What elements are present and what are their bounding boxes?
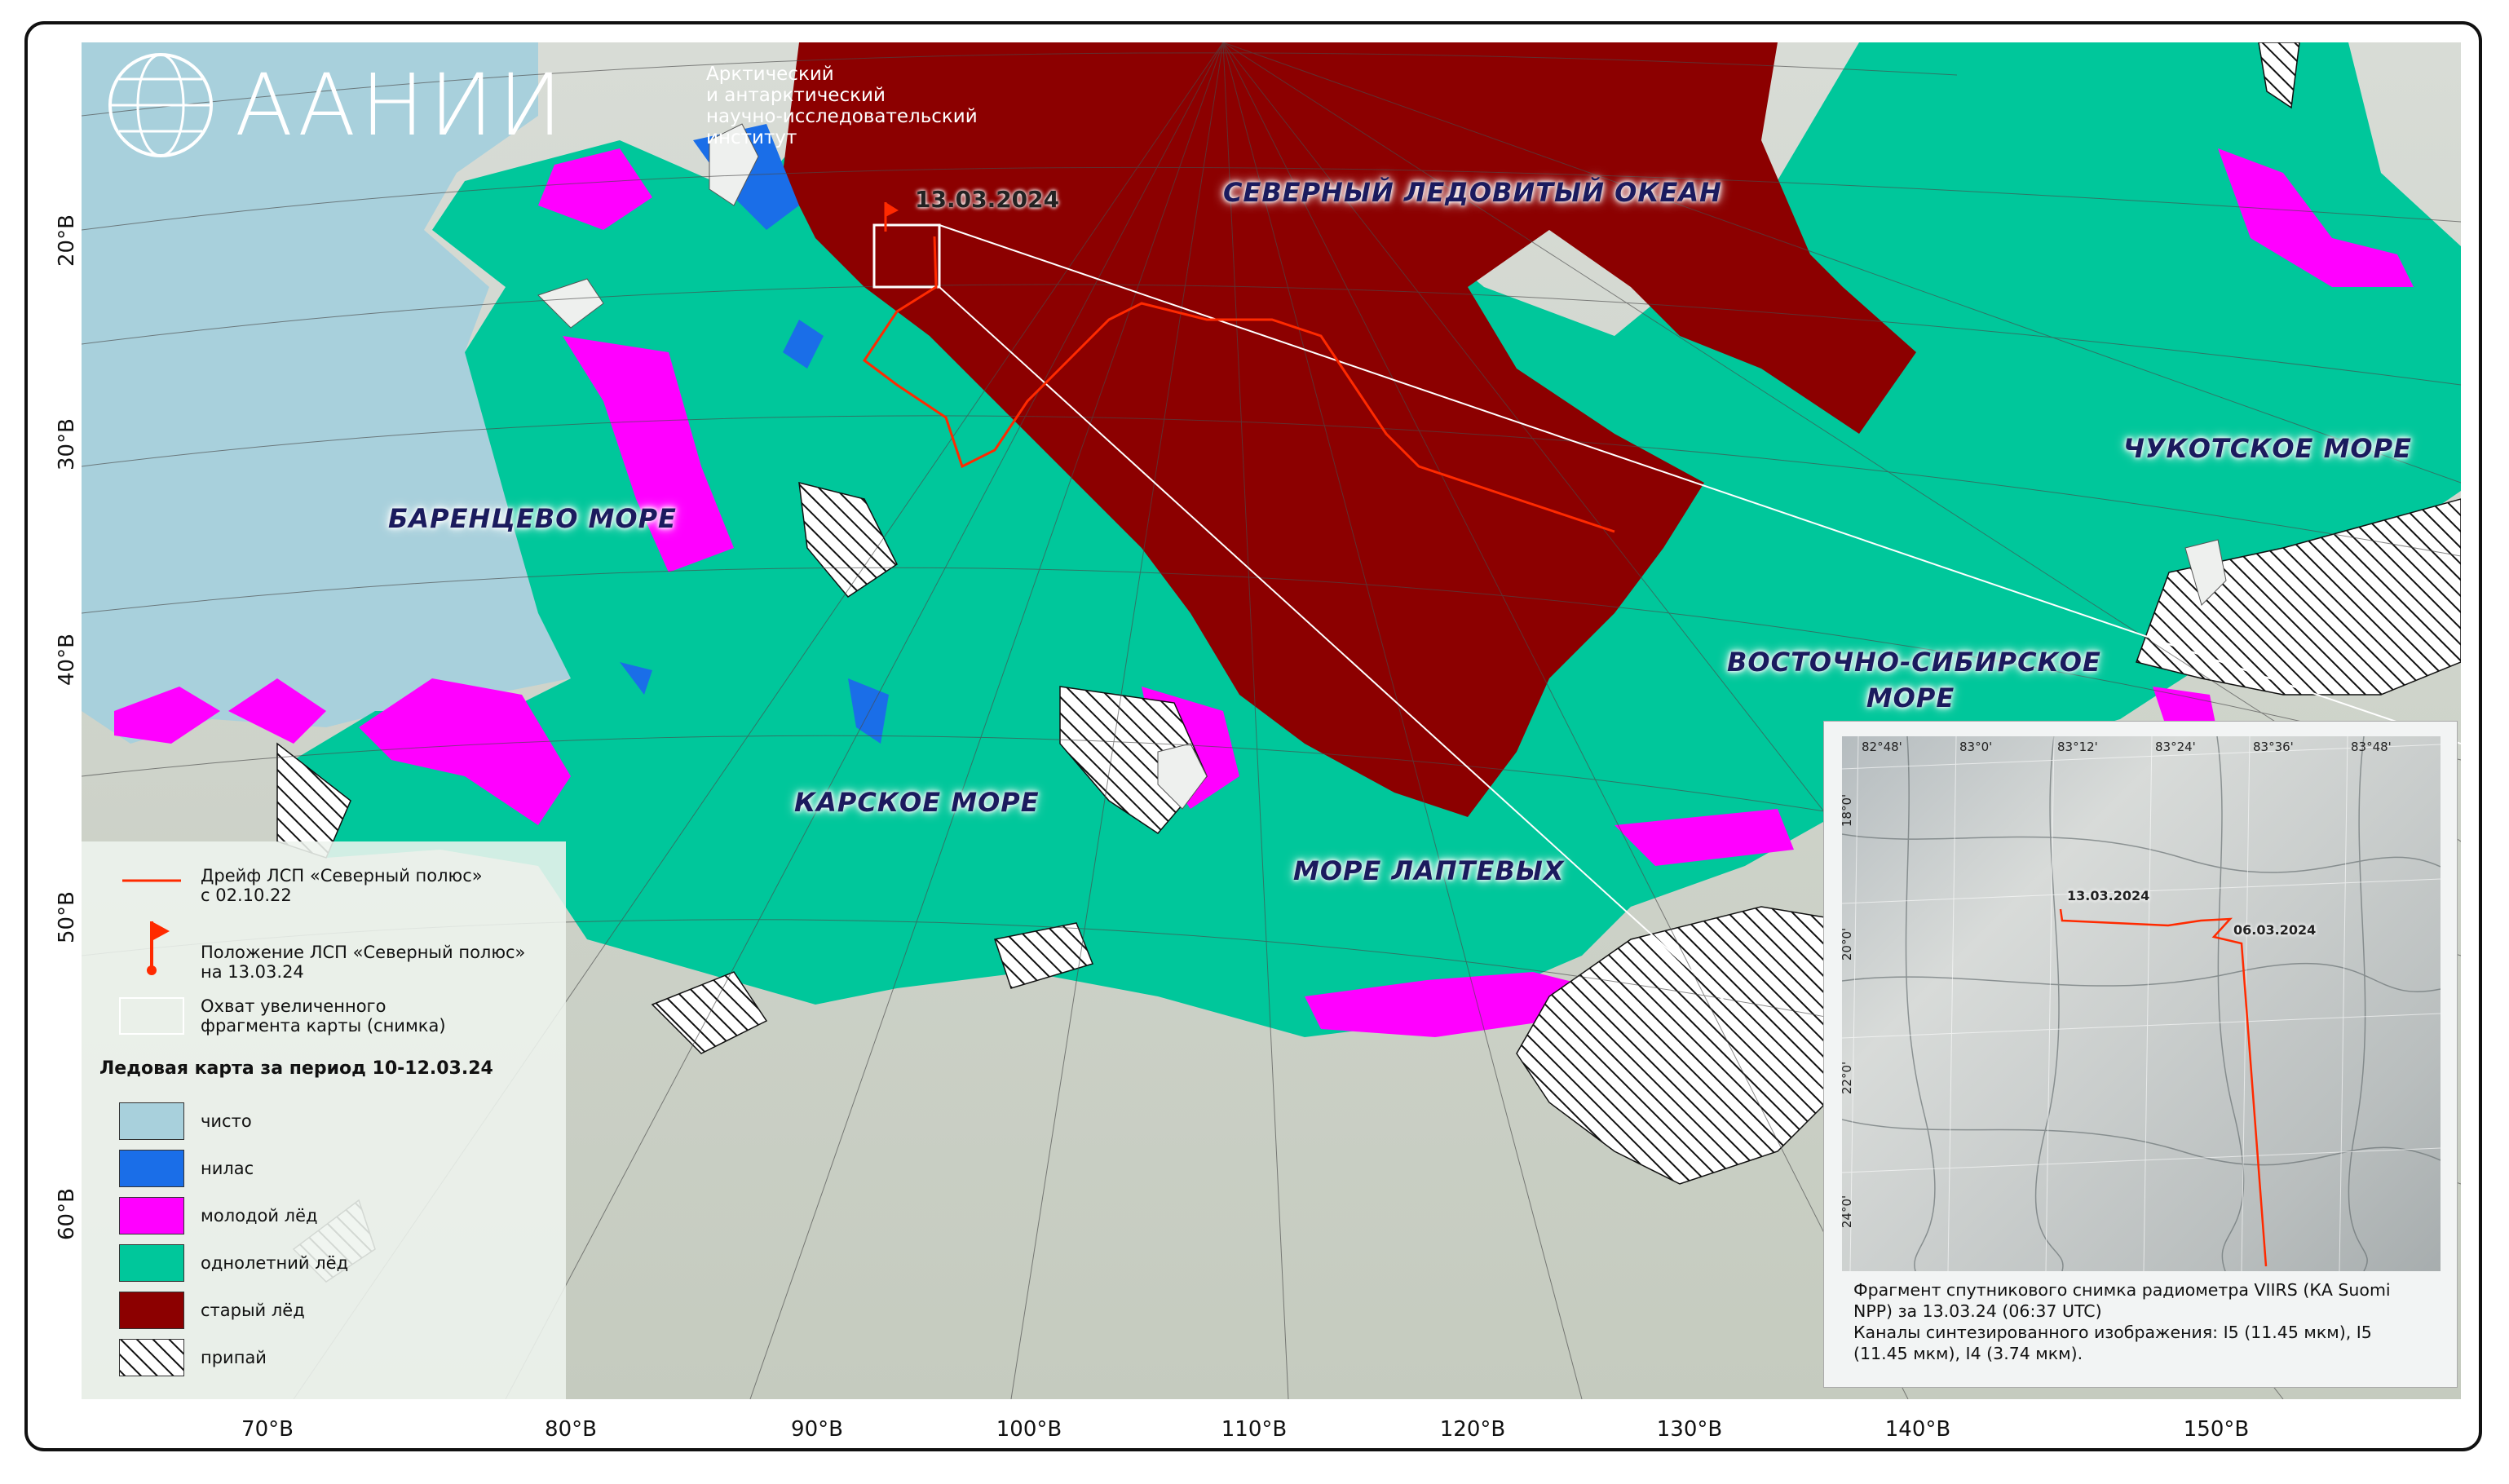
satellite-overlay <box>1842 736 2441 1271</box>
inset-top-tick: 83°12' <box>2057 740 2098 754</box>
x-tick-label: 130°В <box>1656 1417 1723 1442</box>
legend-station-line1: Положение ЛСП «Северный полюс» <box>201 943 526 962</box>
x-tick-label: 150°В <box>2183 1417 2250 1442</box>
label-east-siberian-sea: ВОСТОЧНО-СИБИРСКОЕ МОРЕ <box>1727 644 2101 716</box>
logo-desc-line: Арктический <box>706 64 834 85</box>
legend-item: нилас <box>119 1150 254 1187</box>
inset-caption-line: Фрагмент спутникового снимка радиометра … <box>1853 1280 2391 1300</box>
y-tick-label: 20°В <box>55 214 79 267</box>
legend-item-label: однолетний лёд <box>201 1253 349 1273</box>
legend-item: однолетний лёд <box>119 1244 348 1282</box>
y-tick-label: 30°В <box>55 418 79 470</box>
legend-item: припай <box>119 1339 267 1376</box>
logo-desc-line: научно-исследовательский <box>706 106 978 127</box>
label-east-siberian-line2: МОРЕ <box>1866 682 1955 713</box>
inset-drift-track <box>2059 908 2268 1267</box>
drift-line-icon <box>122 879 181 882</box>
inset-date-1: 13.03.2024 <box>2067 888 2150 903</box>
satellite-image: 13.03.2024 06.03.2024 <box>1842 736 2441 1271</box>
nilas-swatch <box>119 1150 184 1187</box>
legend-item: старый лёд <box>119 1292 305 1329</box>
label-kara-sea: КАРСКОЕ МОРЕ <box>794 787 1040 818</box>
legend-item: чисто <box>119 1102 252 1140</box>
inset-caption-line: NPP) за 13.03.24 (06:37 UTC) <box>1853 1301 2102 1321</box>
x-tick-label: 90°В <box>791 1417 843 1442</box>
map-legend: Дрейф ЛСП «Северный полюс» с 02.10.22 По… <box>82 841 566 1399</box>
inset-caption: Фрагмент спутникового снимка радиометра … <box>1853 1279 2441 1364</box>
legend-item-label: чисто <box>201 1111 252 1131</box>
legend-title: Ледовая карта за период 10-12.03.24 <box>99 1058 493 1079</box>
legend-item-label: старый лёд <box>201 1301 305 1320</box>
logo-name: ААНИИ <box>235 55 568 155</box>
inset-date-2: 06.03.2024 <box>2233 922 2317 938</box>
fast-ice-swatch <box>119 1339 184 1376</box>
inset-left-tick: 22°0' <box>1840 1061 1855 1095</box>
inset-top-tick: 83°36' <box>2253 740 2294 754</box>
legend-drift-line1: Дрейф ЛСП «Северный полюс» <box>201 866 483 886</box>
legend-item: молодой лёд <box>119 1197 318 1234</box>
inset-top-tick: 83°0' <box>1959 740 1993 754</box>
inset-top-tick: 83°48' <box>2351 740 2392 754</box>
x-tick-label: 120°В <box>1439 1417 1506 1442</box>
inset-top-tick: 82°48' <box>1862 740 1902 754</box>
label-chukchi-sea: ЧУКОТСКОЕ МОРЕ <box>2123 433 2412 464</box>
station-date-label: 13.03.2024 <box>915 186 1060 213</box>
legend-coverage-line2: фрагмента карты (снимка) <box>201 1016 446 1036</box>
logo-desc-line: и антарктический <box>706 85 886 106</box>
inset-left-tick: 18°0' <box>1840 793 1855 828</box>
y-tick-label: 60°В <box>55 1188 79 1240</box>
label-east-siberian-line1: ВОСТОЧНО-СИБИРСКОЕ <box>1727 647 2101 678</box>
clear-swatch <box>119 1102 184 1140</box>
x-tick-label: 70°В <box>241 1417 294 1442</box>
x-tick-label: 100°В <box>996 1417 1062 1442</box>
legend-station: Положение ЛСП «Северный полюс» на 13.03.… <box>119 915 525 982</box>
legend-item-label: молодой лёд <box>201 1206 318 1226</box>
label-barents-sea: БАРЕНЦЕВО МОРЕ <box>388 503 677 534</box>
inset-caption-line: Каналы синтезированного изображения: I5 … <box>1853 1323 2372 1342</box>
legend-item-label: нилас <box>201 1159 254 1178</box>
legend-drift-line2: с 02.10.22 <box>201 886 292 905</box>
y-tick-label: 40°В <box>55 634 79 686</box>
inset-left-tick: 24°0' <box>1840 1195 1855 1229</box>
legend-drift: Дрейф ЛСП «Северный полюс» с 02.10.22 <box>119 866 483 905</box>
legend-coverage: Охват увеличенного фрагмента карты (сним… <box>119 996 446 1036</box>
station-flag-icon <box>147 921 170 975</box>
inset-left-tick: 20°0' <box>1840 927 1855 961</box>
x-tick-label: 80°В <box>545 1417 597 1442</box>
old-ice-swatch <box>119 1292 184 1329</box>
aanii-logo: ААНИИ <box>106 51 568 160</box>
logo-description: Арктический и антарктический научно-иссл… <box>706 64 1032 148</box>
inset-top-tick: 83°24' <box>2155 740 2196 754</box>
logo-desc-line: институт <box>706 127 797 148</box>
coverage-swatch <box>119 997 184 1035</box>
young-ice-swatch <box>119 1197 184 1234</box>
x-tick-label: 110°В <box>1221 1417 1288 1442</box>
globe-icon <box>108 53 213 157</box>
legend-station-line2: на 13.03.24 <box>201 962 304 982</box>
x-tick-label: 140°В <box>1884 1417 1951 1442</box>
y-tick-label: 50°В <box>55 891 79 943</box>
satellite-inset[interactable]: 13.03.2024 06.03.2024 82°48' 83°0' 83°12… <box>1823 721 2458 1388</box>
legend-item-label: припай <box>201 1348 267 1367</box>
legend-coverage-line1: Охват увеличенного <box>201 996 387 1016</box>
first-year-ice-swatch <box>119 1244 184 1282</box>
label-arctic-ocean: СЕВЕРНЫЙ ЛЕДОВИТЫЙ ОКЕАН <box>1223 177 1722 208</box>
label-laptev-sea: МОРЕ ЛАПТЕВЫХ <box>1293 855 1565 886</box>
inset-caption-line: (11.45 мкм), I4 (3.74 мкм). <box>1853 1344 2083 1363</box>
